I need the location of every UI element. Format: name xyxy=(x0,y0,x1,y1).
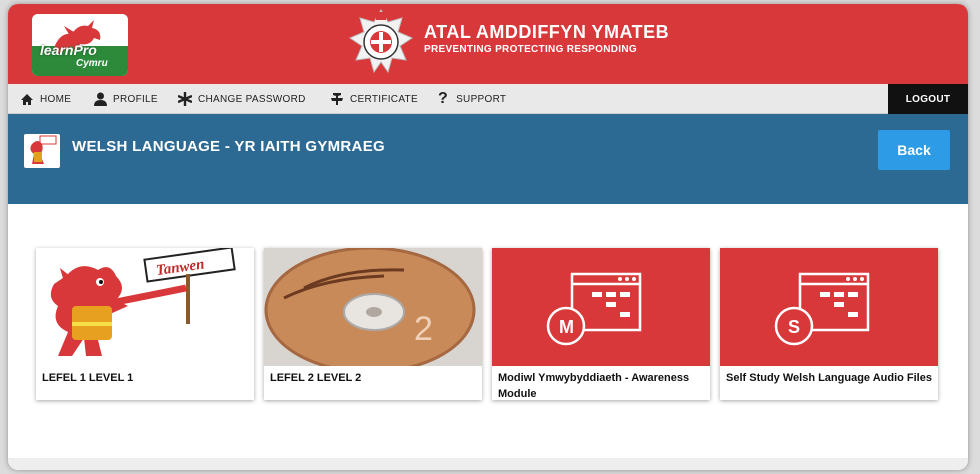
nav-profile[interactable]: PROFILE xyxy=(94,84,158,114)
top-banner: learnPro Cymru ATAL AMDDIFFYN YMATEB PRE… xyxy=(8,4,968,84)
disc-number: 2 xyxy=(414,310,433,348)
course-card-audio[interactable]: S Self Study Welsh Language Audio Files xyxy=(720,248,938,400)
footer-strip xyxy=(8,458,968,470)
module-icon: M xyxy=(492,248,710,366)
nav-change-password-label: CHANGE PASSWORD xyxy=(198,93,306,105)
asterisk-icon xyxy=(178,92,192,106)
certificate-icon xyxy=(331,93,343,105)
card-caption: Self Study Welsh Language Audio Files xyxy=(726,372,932,384)
nav-change-password[interactable]: CHANGE PASSWORD xyxy=(178,84,306,114)
home-icon xyxy=(21,93,33,105)
page-title: WELSH LANGUAGE - YR IAITH GYMRAEG xyxy=(72,138,385,155)
question-icon: ? xyxy=(438,90,449,107)
nav-certificate[interactable]: CERTIFICATE xyxy=(330,84,418,114)
nav-home-label: HOME xyxy=(40,93,72,105)
nav-support-label: SUPPORT xyxy=(456,93,507,105)
course-card-level1[interactable]: Tanwen LEFEL 1 LEVEL 1 xyxy=(36,248,254,400)
app-frame: learnPro Cymru ATAL AMDDIFFYN YMATEB PRE… xyxy=(8,4,968,470)
course-card-awareness[interactable]: M Modiwl Ymwybyddiaeth - Awareness Modul… xyxy=(492,248,710,400)
nav-certificate-label: CERTIFICATE xyxy=(350,93,418,105)
module-icon: S xyxy=(720,248,938,366)
module-letter-m: M xyxy=(559,317,574,337)
nav-home[interactable]: HOME xyxy=(20,84,71,114)
logo-subtext: Cymru xyxy=(76,58,108,69)
dragon-mascot-image: Tanwen xyxy=(36,248,254,366)
motto-welsh: ATAL AMDDIFFYN YMATEB xyxy=(424,22,670,42)
logout-button[interactable]: LOGOUT xyxy=(888,84,968,114)
nav-profile-label: PROFILE xyxy=(113,93,158,105)
cd-disc-image: 2 xyxy=(264,248,482,366)
fire-service-crest-icon xyxy=(348,9,414,74)
course-mascot-icon xyxy=(24,134,60,168)
course-card-level2[interactable]: 2 LEFEL 2 LEVEL 2 xyxy=(264,248,482,400)
card-caption: LEFEL 1 LEVEL 1 xyxy=(42,372,134,384)
page-header: WELSH LANGUAGE - YR IAITH GYMRAEG Back xyxy=(8,114,968,204)
card-caption: Modiwl Ymwybyddiaeth - Awareness Module xyxy=(498,372,690,400)
user-icon xyxy=(94,92,107,106)
main-nav: HOME PROFILE CHANGE PASSWORD CERTIFICATE… xyxy=(8,84,968,114)
motto: ATAL AMDDIFFYN YMATEB PREVENTING PROTECT… xyxy=(424,22,669,55)
back-button[interactable]: Back xyxy=(878,130,950,170)
nav-support[interactable]: ? SUPPORT xyxy=(438,84,506,114)
logo-text: learnPro xyxy=(40,42,97,58)
motto-english: PREVENTING PROTECTING RESPONDING xyxy=(424,44,637,55)
card-caption: LEFEL 2 LEVEL 2 xyxy=(270,372,362,384)
module-letter-s: S xyxy=(788,317,800,337)
learnpro-logo[interactable]: learnPro Cymru xyxy=(32,14,128,76)
